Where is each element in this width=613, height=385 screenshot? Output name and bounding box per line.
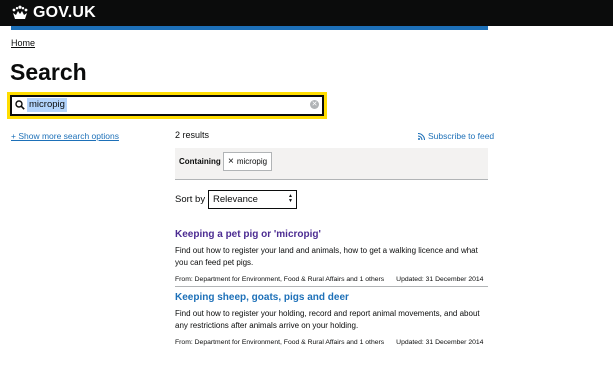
search-icon [15, 100, 25, 110]
search-input[interactable]: micropig ✕ [7, 92, 327, 119]
select-arrows-icon: ▲ ▼ [288, 193, 293, 204]
search-result: Keeping a pet pig or 'micropig' Find out… [175, 229, 488, 283]
filter-tag-micropig[interactable]: × micropig [223, 152, 273, 171]
show-more-options-link[interactable]: + Show more search options [11, 131, 119, 141]
result-description: Find out how to register your land and a… [175, 246, 478, 267]
subscribe-feed-link[interactable]: Subscribe to feed [418, 131, 494, 141]
result-description: Find out how to register your holding, r… [175, 309, 480, 330]
search-result: Keeping sheep, goats, pigs and deer Find… [175, 292, 488, 346]
clear-search-icon[interactable]: ✕ [310, 100, 319, 109]
result-divider [175, 286, 488, 287]
result-updated: Updated: 31 December 2014 [396, 339, 484, 346]
close-icon[interactable]: × [228, 156, 234, 167]
result-title-link[interactable]: Keeping a pet pig or 'micropig' [175, 229, 488, 240]
result-metadata: From: Department for Environment, Food &… [175, 339, 488, 346]
page-title: Search [10, 59, 87, 85]
search-query-text[interactable]: micropig [27, 98, 67, 112]
result-organisation: From: Department for Environment, Food &… [175, 339, 385, 346]
filter-label: Containing [179, 157, 221, 166]
result-metadata: From: Department for Environment, Food &… [175, 276, 488, 283]
active-filters-panel: Containing × micropig [175, 148, 488, 180]
header-rule [11, 26, 488, 30]
rss-icon [418, 132, 425, 140]
sort-select[interactable]: Relevance ▲ ▼ [208, 190, 297, 209]
result-organisation: From: Department for Environment, Food &… [175, 276, 385, 283]
filter-tag-label: micropig [236, 157, 268, 166]
result-title-link[interactable]: Keeping sheep, goats, pigs and deer [175, 292, 488, 303]
result-updated: Updated: 31 December 2014 [396, 276, 484, 283]
breadcrumb-home[interactable]: Home [11, 38, 35, 48]
crown-icon [12, 5, 28, 19]
govuk-logo-link[interactable]: GOV.UK [11, 4, 96, 22]
subscribe-label: Subscribe to feed [428, 131, 495, 141]
header-bar: GOV.UK [0, 0, 613, 26]
sort-selected-value: Relevance [213, 194, 258, 205]
sort-label: Sort by [175, 194, 206, 205]
logo-text: GOV.UK [33, 4, 96, 21]
results-count: 2 results [175, 130, 210, 140]
